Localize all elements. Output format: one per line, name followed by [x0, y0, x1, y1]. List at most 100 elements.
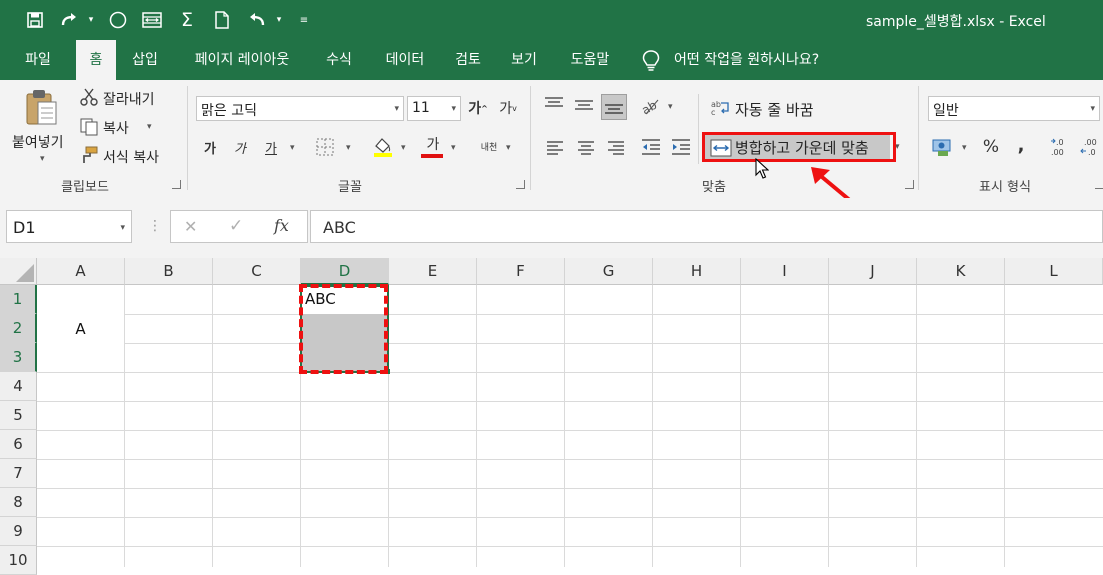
undo-icon[interactable]	[246, 8, 268, 32]
column-header[interactable]: A	[37, 258, 125, 285]
row-header-selected[interactable]: 1	[0, 285, 37, 314]
redo-icon[interactable]	[58, 8, 80, 32]
borders-icon[interactable]	[316, 138, 334, 160]
underline-button[interactable]: 가	[260, 136, 282, 158]
customize-icon[interactable]: ≡	[296, 8, 312, 32]
shrink-font-button[interactable]: 가v	[498, 98, 518, 118]
borders-dropdown-icon[interactable]: ▾	[346, 143, 351, 153]
cut-icon[interactable]	[80, 88, 98, 110]
bold-button[interactable]: 가	[200, 136, 220, 158]
tell-me-search[interactable]: 어떤 작업을 원하시나요?	[674, 40, 850, 80]
format-painter-button[interactable]: 서식 복사	[103, 147, 159, 167]
redo-dropdown-icon[interactable]: ▾	[84, 8, 98, 32]
clipboard-launcher-icon[interactable]	[172, 180, 181, 189]
name-box[interactable]: D1 ▾	[6, 210, 132, 243]
percent-button[interactable]: %	[980, 136, 1002, 158]
column-header[interactable]: K	[917, 258, 1005, 285]
row-header[interactable]: 5	[0, 401, 37, 430]
worksheet-grid[interactable]: A B C D E F G H I J K L 1 2 3 4 5 6 7 8 …	[0, 258, 1103, 575]
cell-a1-merged[interactable]: A	[37, 285, 124, 372]
column-header[interactable]: J	[829, 258, 917, 285]
new-file-icon[interactable]	[211, 8, 233, 32]
format-painter-icon[interactable]	[80, 146, 98, 168]
circle-icon[interactable]	[107, 8, 129, 32]
alignment-launcher-icon[interactable]	[905, 180, 914, 189]
paste-dropdown-icon[interactable]: ▾	[40, 154, 45, 164]
font-name-select[interactable]: 맑은 고딕 ▾	[196, 96, 404, 121]
paste-button[interactable]: 붙여넣기	[12, 132, 64, 152]
fill-color-dropdown-icon[interactable]: ▾	[401, 143, 406, 153]
enter-icon[interactable]: ✓	[229, 216, 243, 236]
select-all-button[interactable]	[0, 258, 37, 285]
align-right-icon[interactable]	[607, 140, 625, 159]
insert-function-icon[interactable]: fx	[274, 216, 289, 235]
font-color-button[interactable]: 가	[423, 134, 443, 154]
phonetic-button[interactable]: 내천	[476, 136, 502, 156]
copy-button[interactable]: 복사	[103, 118, 129, 138]
save-icon[interactable]	[24, 8, 46, 32]
phonetic-dropdown-icon[interactable]: ▾	[506, 143, 511, 153]
orientation-dropdown-icon[interactable]: ▾	[668, 102, 673, 112]
orientation-icon[interactable]: ab	[639, 96, 662, 120]
underline-dropdown-icon[interactable]: ▾	[290, 143, 295, 153]
column-header[interactable]: H	[653, 258, 741, 285]
wrap-text-button[interactable]: 자동 줄 바꿈	[735, 99, 814, 120]
align-center-icon[interactable]	[577, 140, 595, 159]
name-box-dropdown-icon[interactable]: ▾	[120, 223, 125, 233]
font-size-select[interactable]: 11 ▾	[407, 96, 461, 121]
column-header[interactable]: E	[389, 258, 477, 285]
column-header[interactable]: C	[213, 258, 301, 285]
paste-icon[interactable]	[25, 88, 59, 132]
increase-indent-icon[interactable]	[671, 138, 691, 160]
font-name-dropdown-icon[interactable]: ▾	[394, 104, 399, 114]
italic-button[interactable]: 가	[230, 136, 250, 158]
cut-button[interactable]: 잘라내기	[103, 89, 155, 109]
number-launcher-icon[interactable]	[1095, 180, 1103, 189]
decrease-decimal-icon[interactable]: .00.0	[1080, 136, 1102, 162]
tab-insert[interactable]: 삽입	[122, 40, 168, 80]
decrease-indent-icon[interactable]	[641, 138, 661, 160]
tab-page-layout[interactable]: 페이지 레이아웃	[180, 40, 304, 80]
formula-input[interactable]: ABC	[310, 210, 1103, 243]
column-header-selected[interactable]: D	[301, 258, 389, 285]
align-left-icon[interactable]	[546, 140, 564, 159]
accounting-format-icon[interactable]	[932, 137, 954, 161]
tab-file[interactable]: 파일	[8, 40, 68, 80]
column-header[interactable]: L	[1005, 258, 1103, 285]
row-header[interactable]: 4	[0, 372, 37, 401]
column-header[interactable]: I	[741, 258, 829, 285]
copy-icon[interactable]	[80, 118, 98, 140]
copy-dropdown-icon[interactable]: ▾	[147, 122, 152, 132]
row-header[interactable]: 8	[0, 488, 37, 517]
cancel-icon[interactable]: ✕	[184, 217, 197, 236]
align-middle-icon[interactable]	[574, 98, 594, 118]
align-top-icon[interactable]	[544, 96, 564, 116]
row-header[interactable]: 6	[0, 430, 37, 459]
increase-decimal-icon[interactable]: .0.00	[1050, 136, 1072, 162]
font-size-dropdown-icon[interactable]: ▾	[451, 104, 456, 114]
row-header-selected[interactable]: 2	[0, 314, 37, 343]
grow-font-button[interactable]: 가 ^	[468, 98, 488, 118]
row-header[interactable]: 7	[0, 459, 37, 488]
tab-formulas[interactable]: 수식	[314, 40, 364, 80]
accounting-dropdown-icon[interactable]: ▾	[962, 143, 967, 153]
column-header[interactable]: G	[565, 258, 653, 285]
comma-button[interactable]: ,	[1012, 134, 1030, 156]
number-format-select[interactable]: 일반 ▾	[928, 96, 1100, 121]
column-header[interactable]: B	[125, 258, 213, 285]
row-header[interactable]: 9	[0, 517, 37, 546]
row-header[interactable]: 10	[0, 546, 37, 575]
tab-home[interactable]: 홈	[76, 40, 116, 80]
row-header-selected[interactable]: 3	[0, 343, 37, 372]
fill-color-icon[interactable]	[372, 136, 394, 162]
undo-dropdown-icon[interactable]: ▾	[272, 8, 286, 32]
column-header[interactable]: F	[477, 258, 565, 285]
tab-view[interactable]: 보기	[500, 40, 548, 80]
number-format-dropdown-icon[interactable]: ▾	[1090, 104, 1095, 114]
tab-data[interactable]: 데이터	[374, 40, 436, 80]
wrap-text-icon[interactable]: ab c	[711, 98, 731, 120]
align-bottom-button[interactable]	[601, 94, 627, 120]
autosum-icon[interactable]: Σ	[176, 8, 198, 32]
tab-help[interactable]: 도움말	[558, 40, 622, 80]
merge-icon[interactable]	[141, 8, 163, 32]
